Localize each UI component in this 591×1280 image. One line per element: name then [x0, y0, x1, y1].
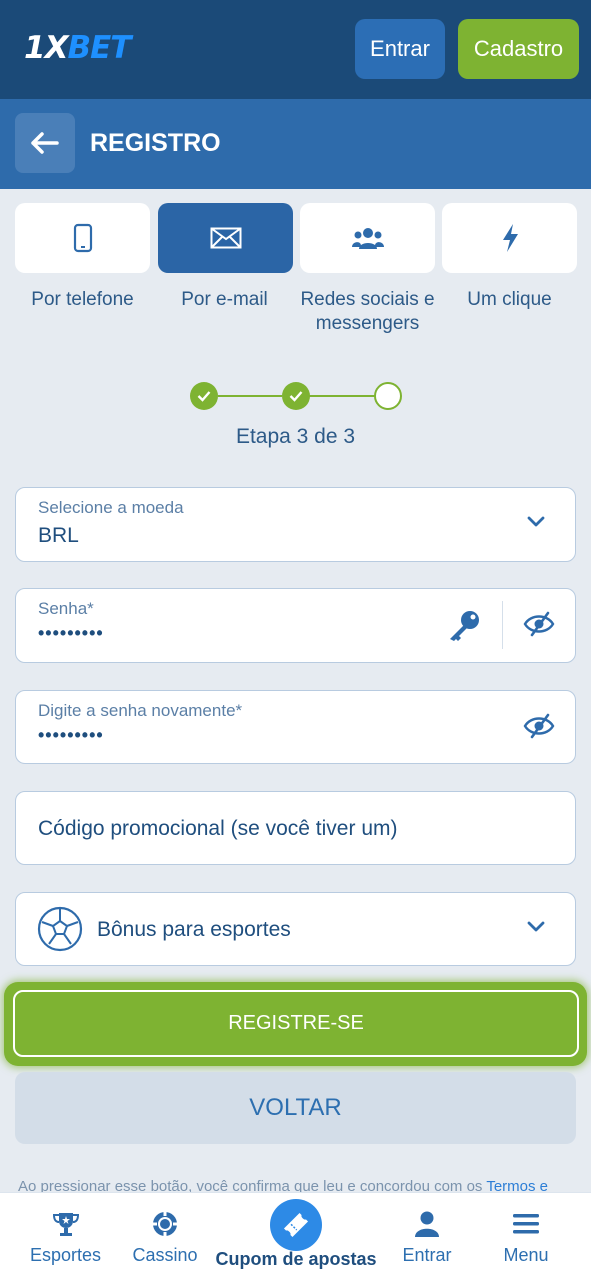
login-button[interactable]: Entrar [355, 19, 445, 79]
method-one-click-label[interactable]: Um clique [437, 288, 582, 312]
password-value: ••••••••• [38, 623, 104, 643]
nav-login[interactable]: Entrar [382, 1193, 472, 1280]
brand-logo[interactable]: 1XBET [24, 30, 131, 66]
step-2-complete [282, 382, 310, 410]
nav-sports[interactable]: Esportes [18, 1193, 113, 1280]
arrow-left-icon [31, 132, 59, 154]
bonus-label: Bônus para esportes [97, 918, 291, 941]
step-connector [309, 395, 375, 397]
page-title: REGISTRO [90, 129, 221, 157]
method-email-label[interactable]: Por e-mail [152, 288, 297, 312]
eye-slash-icon[interactable] [523, 611, 555, 637]
password-field[interactable]: Senha* ••••••••• [15, 588, 576, 663]
nav-coupon-label[interactable]: Cupom de apostas [210, 1249, 382, 1270]
step-3-current [374, 382, 402, 410]
hamburger-menu-icon [512, 1209, 540, 1239]
users-icon [351, 228, 384, 249]
step-progress-label: Etapa 3 de 3 [235, 425, 356, 448]
page-header: REGISTRO [0, 99, 591, 189]
method-phone-tab[interactable] [15, 203, 150, 273]
password-repeat-value: ••••••••• [38, 725, 104, 745]
bonus-select[interactable]: Bônus para esportes [15, 892, 576, 966]
method-social-label[interactable]: Redes sociais e messengers [295, 288, 440, 336]
top-bar: 1XBET Entrar Cadastro [0, 0, 591, 99]
trophy-icon [52, 1209, 80, 1239]
user-icon [414, 1209, 440, 1239]
check-icon [289, 391, 303, 402]
nav-coupon-button[interactable] [270, 1199, 322, 1251]
key-icon[interactable] [446, 609, 482, 643]
password-label: Senha* [38, 599, 94, 618]
phone-icon [73, 223, 92, 253]
soccer-ball-icon [37, 906, 83, 952]
voltar-button[interactable]: VOLTAR [15, 1072, 576, 1144]
eye-slash-icon[interactable] [523, 713, 555, 739]
signup-button[interactable]: Cadastro [458, 19, 579, 79]
nav-casino-label: Cassino [132, 1245, 198, 1265]
nav-casino[interactable]: Cassino [120, 1193, 210, 1280]
envelope-icon [210, 227, 241, 249]
promo-code-input[interactable]: Código promocional (se você tiver um) [15, 791, 576, 865]
password-repeat-label: Digite a senha novamente* [38, 701, 243, 720]
password-repeat-field[interactable]: Digite a senha novamente* ••••••••• [15, 690, 576, 764]
method-one-click-tab[interactable] [442, 203, 577, 273]
lightning-icon [502, 224, 518, 252]
casino-chip-icon [151, 1209, 179, 1239]
method-email-tab[interactable] [158, 203, 293, 273]
nav-login-label: Entrar [402, 1245, 452, 1265]
chevron-down-icon[interactable] [526, 920, 546, 934]
currency-label: Selecione a moeda [38, 498, 184, 517]
back-button[interactable] [15, 113, 75, 173]
method-phone-label[interactable]: Por telefone [10, 288, 155, 312]
chevron-down-icon[interactable] [526, 515, 546, 529]
check-icon [197, 391, 211, 402]
register-button[interactable]: REGISTRE-SE [13, 990, 579, 1057]
method-social-tab[interactable] [300, 203, 435, 273]
field-divider [502, 601, 503, 649]
nav-menu[interactable]: Menu [483, 1193, 569, 1280]
promo-code-placeholder: Código promocional (se você tiver um) [38, 817, 398, 840]
nav-sports-label: Esportes [29, 1245, 102, 1265]
step-1-complete [190, 382, 218, 410]
currency-value: BRL [38, 524, 79, 547]
currency-select[interactable]: Selecione a moeda BRL [15, 487, 576, 562]
ticket-icon [283, 1212, 309, 1238]
nav-menu-label: Menu [503, 1245, 549, 1265]
step-connector [218, 395, 282, 397]
